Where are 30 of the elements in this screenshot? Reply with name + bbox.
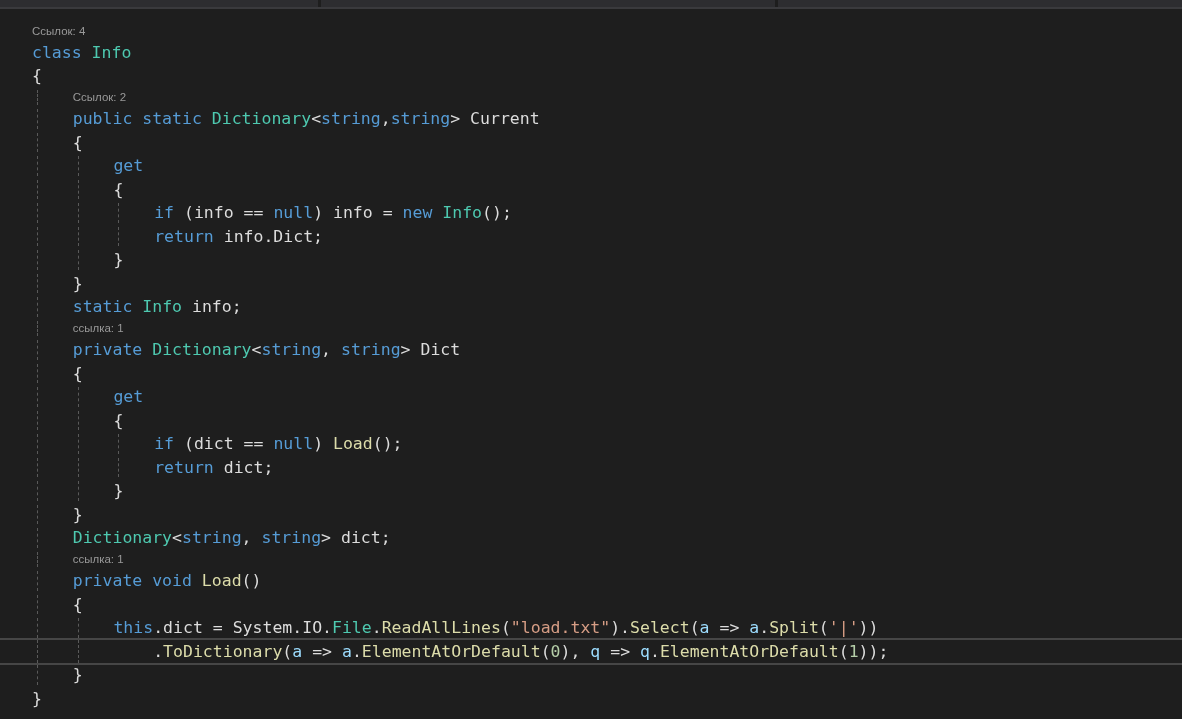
code-line: return dict; bbox=[154, 456, 274, 479]
code-line: { bbox=[113, 409, 124, 432]
code-line: { bbox=[113, 178, 124, 201]
code-line: } bbox=[72, 272, 83, 295]
reference-count[interactable]: ссылка: 1 bbox=[72, 320, 124, 336]
code-line: } bbox=[113, 249, 124, 271]
code-line: { bbox=[72, 593, 83, 616]
code-line: } bbox=[72, 503, 83, 526]
code-line: Dictionary<string, string> dict; bbox=[72, 527, 391, 549]
code-line: } bbox=[32, 687, 42, 710]
code-line: } bbox=[72, 664, 83, 686]
reference-count[interactable]: Ссылок: 4 bbox=[32, 22, 86, 39]
code-line: } bbox=[113, 480, 124, 502]
code-line: return info.Dict; bbox=[154, 225, 324, 248]
code-line: public static Dictionary<string,string> Current bbox=[72, 108, 540, 130]
code-line: if (info == null) info = new Info(); bbox=[154, 202, 512, 224]
reference-count[interactable]: Ссылок: 2 bbox=[72, 89, 127, 105]
code-line: { bbox=[72, 131, 83, 154]
code-line: static Info info; bbox=[72, 296, 242, 318]
reference-count[interactable]: ссылка: 1 bbox=[72, 551, 124, 567]
code-line: { bbox=[32, 65, 42, 87]
code-line: get bbox=[113, 155, 144, 177]
code-line: private Dictionary<string, string> Dict bbox=[72, 339, 461, 361]
code-line: { bbox=[72, 362, 83, 385]
code-line: .ToDictionary(a => a.ElementAtOrDefault(0), q => q.ElementAtOrDefault(1)); bbox=[153, 640, 889, 663]
code-line: this.dict = System.IO.File.ReadAllLines("load.txt").Select(a => a.Split('|')) bbox=[113, 617, 879, 639]
code-line: class Info bbox=[32, 41, 132, 64]
code-line: get bbox=[113, 386, 144, 408]
code-line: if (dict == null) Load(); bbox=[154, 433, 403, 455]
code-line: private void Load() bbox=[72, 570, 262, 592]
